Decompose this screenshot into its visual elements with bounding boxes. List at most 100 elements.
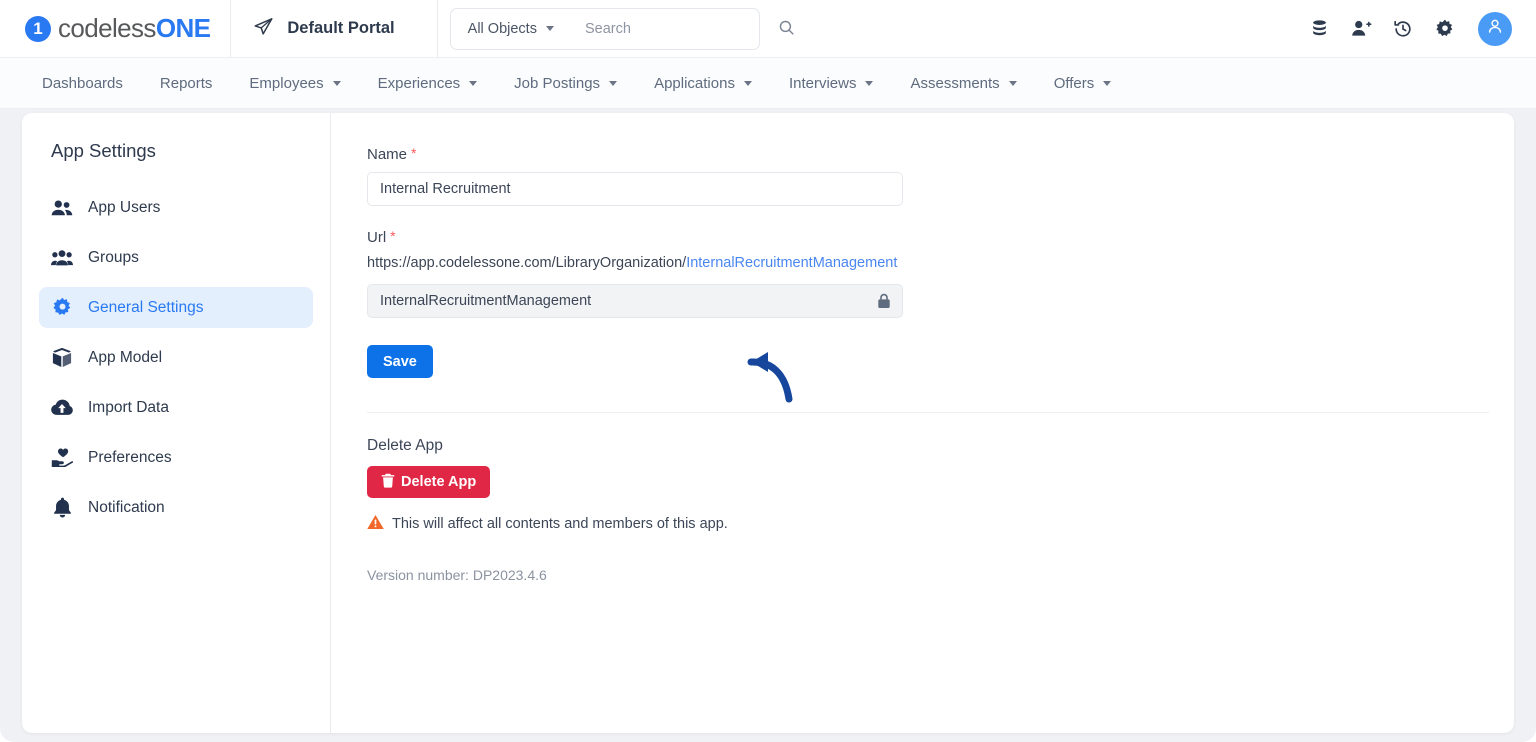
topbar-divider-2: [436, 0, 438, 57]
chevron-down-icon: [865, 80, 874, 86]
nav-item-dashboards[interactable]: Dashboards: [42, 75, 123, 92]
portal-selector[interactable]: Default Portal: [231, 0, 416, 58]
nav-item-label: Applications: [654, 74, 735, 92]
delete-app-heading: Delete App: [367, 437, 443, 454]
version-number: Version number: DP2023.4.6: [367, 567, 547, 583]
search-button[interactable]: [778, 9, 795, 49]
page-body: App Settings App Users Groups General Se…: [0, 109, 1536, 742]
chevron-down-icon: [332, 80, 341, 86]
settings-card: App Settings App Users Groups General Se…: [22, 113, 1514, 733]
nav-item-label: Assessments: [910, 74, 1000, 92]
url-preview-slug: InternalRecruitmentManagement: [686, 255, 898, 271]
nav-item-label: Reports: [159, 74, 213, 92]
nav-item-job-postings[interactable]: Job Postings: [514, 74, 618, 92]
name-field-group: Name *: [367, 146, 1489, 206]
top-bar: 1 codelessONE Default Portal All Objects: [0, 0, 1536, 58]
logo-text-primary: codeless: [58, 13, 156, 43]
nav-item-label: Interviews: [788, 74, 857, 92]
main-nav: Dashboards Reports Employees Experiences…: [0, 58, 1536, 109]
nav-item-label: Offers: [1053, 74, 1095, 92]
gear-icon: [51, 297, 73, 319]
database-icon[interactable]: [1308, 18, 1330, 40]
required-marker: *: [390, 228, 396, 244]
nav-item-label: Dashboards: [42, 74, 123, 92]
nav-item-interviews[interactable]: Interviews: [789, 75, 874, 92]
nav-item-reports[interactable]: Reports: [160, 75, 213, 92]
app-logo[interactable]: 1 codelessONE: [0, 0, 211, 58]
section-divider: [367, 412, 1489, 413]
app-window: 1 codelessONE Default Portal All Objects: [0, 0, 1536, 742]
nav-item-assessments[interactable]: Assessments: [910, 74, 1017, 92]
sidebar-item-label: Import Data: [88, 398, 169, 416]
avatar[interactable]: [1478, 11, 1512, 46]
annotation-arrow-icon: [715, 347, 807, 408]
url-label-text: Url: [367, 229, 387, 246]
cloud-upload-icon: [51, 397, 73, 419]
chevron-down-icon: [1008, 80, 1017, 86]
delete-app-button-label: Delete App: [401, 474, 477, 490]
user-avatar-icon: [1486, 17, 1504, 40]
url-preview: https://app.codelessone.com/LibraryOrgan…: [367, 255, 1489, 271]
sidebar-item-preferences[interactable]: Preferences: [39, 437, 313, 478]
general-settings-panel: Name * Url * https://app.codelessone.com…: [331, 113, 1514, 733]
nav-item-label: Experiences: [377, 74, 461, 92]
sidebar-item-label: App Model: [88, 348, 163, 366]
warning-triangle-icon: [367, 514, 384, 534]
save-button[interactable]: Save: [367, 345, 433, 378]
delete-app-section: Delete App Delete App This will affect a…: [367, 437, 1489, 534]
paper-plane-icon: [253, 16, 274, 42]
sidebar-item-label: General Settings: [88, 298, 204, 316]
search-scope-label: All Objects: [467, 20, 537, 37]
nav-item-offers[interactable]: Offers: [1054, 75, 1112, 92]
gear-icon[interactable]: [1434, 18, 1456, 40]
url-input[interactable]: [367, 284, 903, 318]
sidebar-item-general-settings[interactable]: General Settings: [39, 287, 313, 328]
sidebar-item-app-model[interactable]: App Model: [39, 337, 313, 378]
nav-item-employees[interactable]: Employees: [249, 74, 341, 92]
trash-icon: [381, 473, 395, 492]
bell-icon: [51, 497, 73, 519]
delete-app-button[interactable]: Delete App: [367, 466, 491, 498]
nav-item-label: Job Postings: [514, 74, 601, 92]
logo-text: codelessONE: [58, 13, 211, 44]
portal-label: Default Portal: [287, 19, 395, 37]
sidebar-item-label: App Users: [88, 198, 161, 216]
delete-warning-text: This will affect all contents and member…: [392, 516, 728, 532]
sidebar-item-label: Notification: [88, 498, 165, 516]
topbar-actions: [1308, 11, 1536, 46]
sidebar-item-label: Groups: [88, 248, 139, 266]
url-input-wrapper: [367, 284, 903, 318]
url-field-label: Url *: [367, 229, 1489, 246]
cube-icon: [51, 347, 73, 369]
nav-item-label: Employees: [249, 74, 324, 92]
sidebar-item-notification[interactable]: Notification: [39, 487, 313, 528]
name-label-text: Name: [367, 146, 408, 163]
hand-heart-icon: [51, 447, 73, 469]
settings-sidebar: App Settings App Users Groups General Se…: [22, 113, 331, 733]
sidebar-item-app-users[interactable]: App Users: [39, 187, 313, 228]
group-icon: [51, 247, 73, 269]
chevron-down-icon: [469, 80, 478, 86]
sidebar-item-groups[interactable]: Groups: [39, 237, 313, 278]
name-input[interactable]: [367, 172, 903, 206]
history-icon[interactable]: [1392, 18, 1414, 40]
nav-item-experiences[interactable]: Experiences: [378, 75, 478, 92]
lock-icon: [877, 293, 891, 309]
search-input[interactable]: [567, 20, 778, 37]
nav-item-applications[interactable]: Applications: [654, 75, 752, 92]
sidebar-item-import-data[interactable]: Import Data: [39, 387, 313, 428]
users-icon: [51, 197, 73, 219]
global-search: All Objects: [449, 7, 794, 50]
delete-warning: This will affect all contents and member…: [367, 514, 1489, 534]
name-field-label: Name *: [367, 146, 1489, 163]
page-title: App Settings: [51, 140, 156, 161]
chevron-down-icon: [609, 80, 618, 86]
chevron-down-icon: [1103, 80, 1112, 86]
chevron-down-icon: [743, 80, 752, 86]
logo-text-accent: ONE: [155, 13, 211, 43]
search-scope-dropdown[interactable]: All Objects: [451, 9, 568, 49]
url-preview-base: https://app.codelessone.com/LibraryOrgan…: [367, 255, 687, 271]
url-field-group: Url * https://app.codelessone.com/Librar…: [367, 229, 1489, 318]
add-user-icon[interactable]: [1350, 18, 1372, 40]
sidebar-item-label: Preferences: [88, 448, 172, 466]
